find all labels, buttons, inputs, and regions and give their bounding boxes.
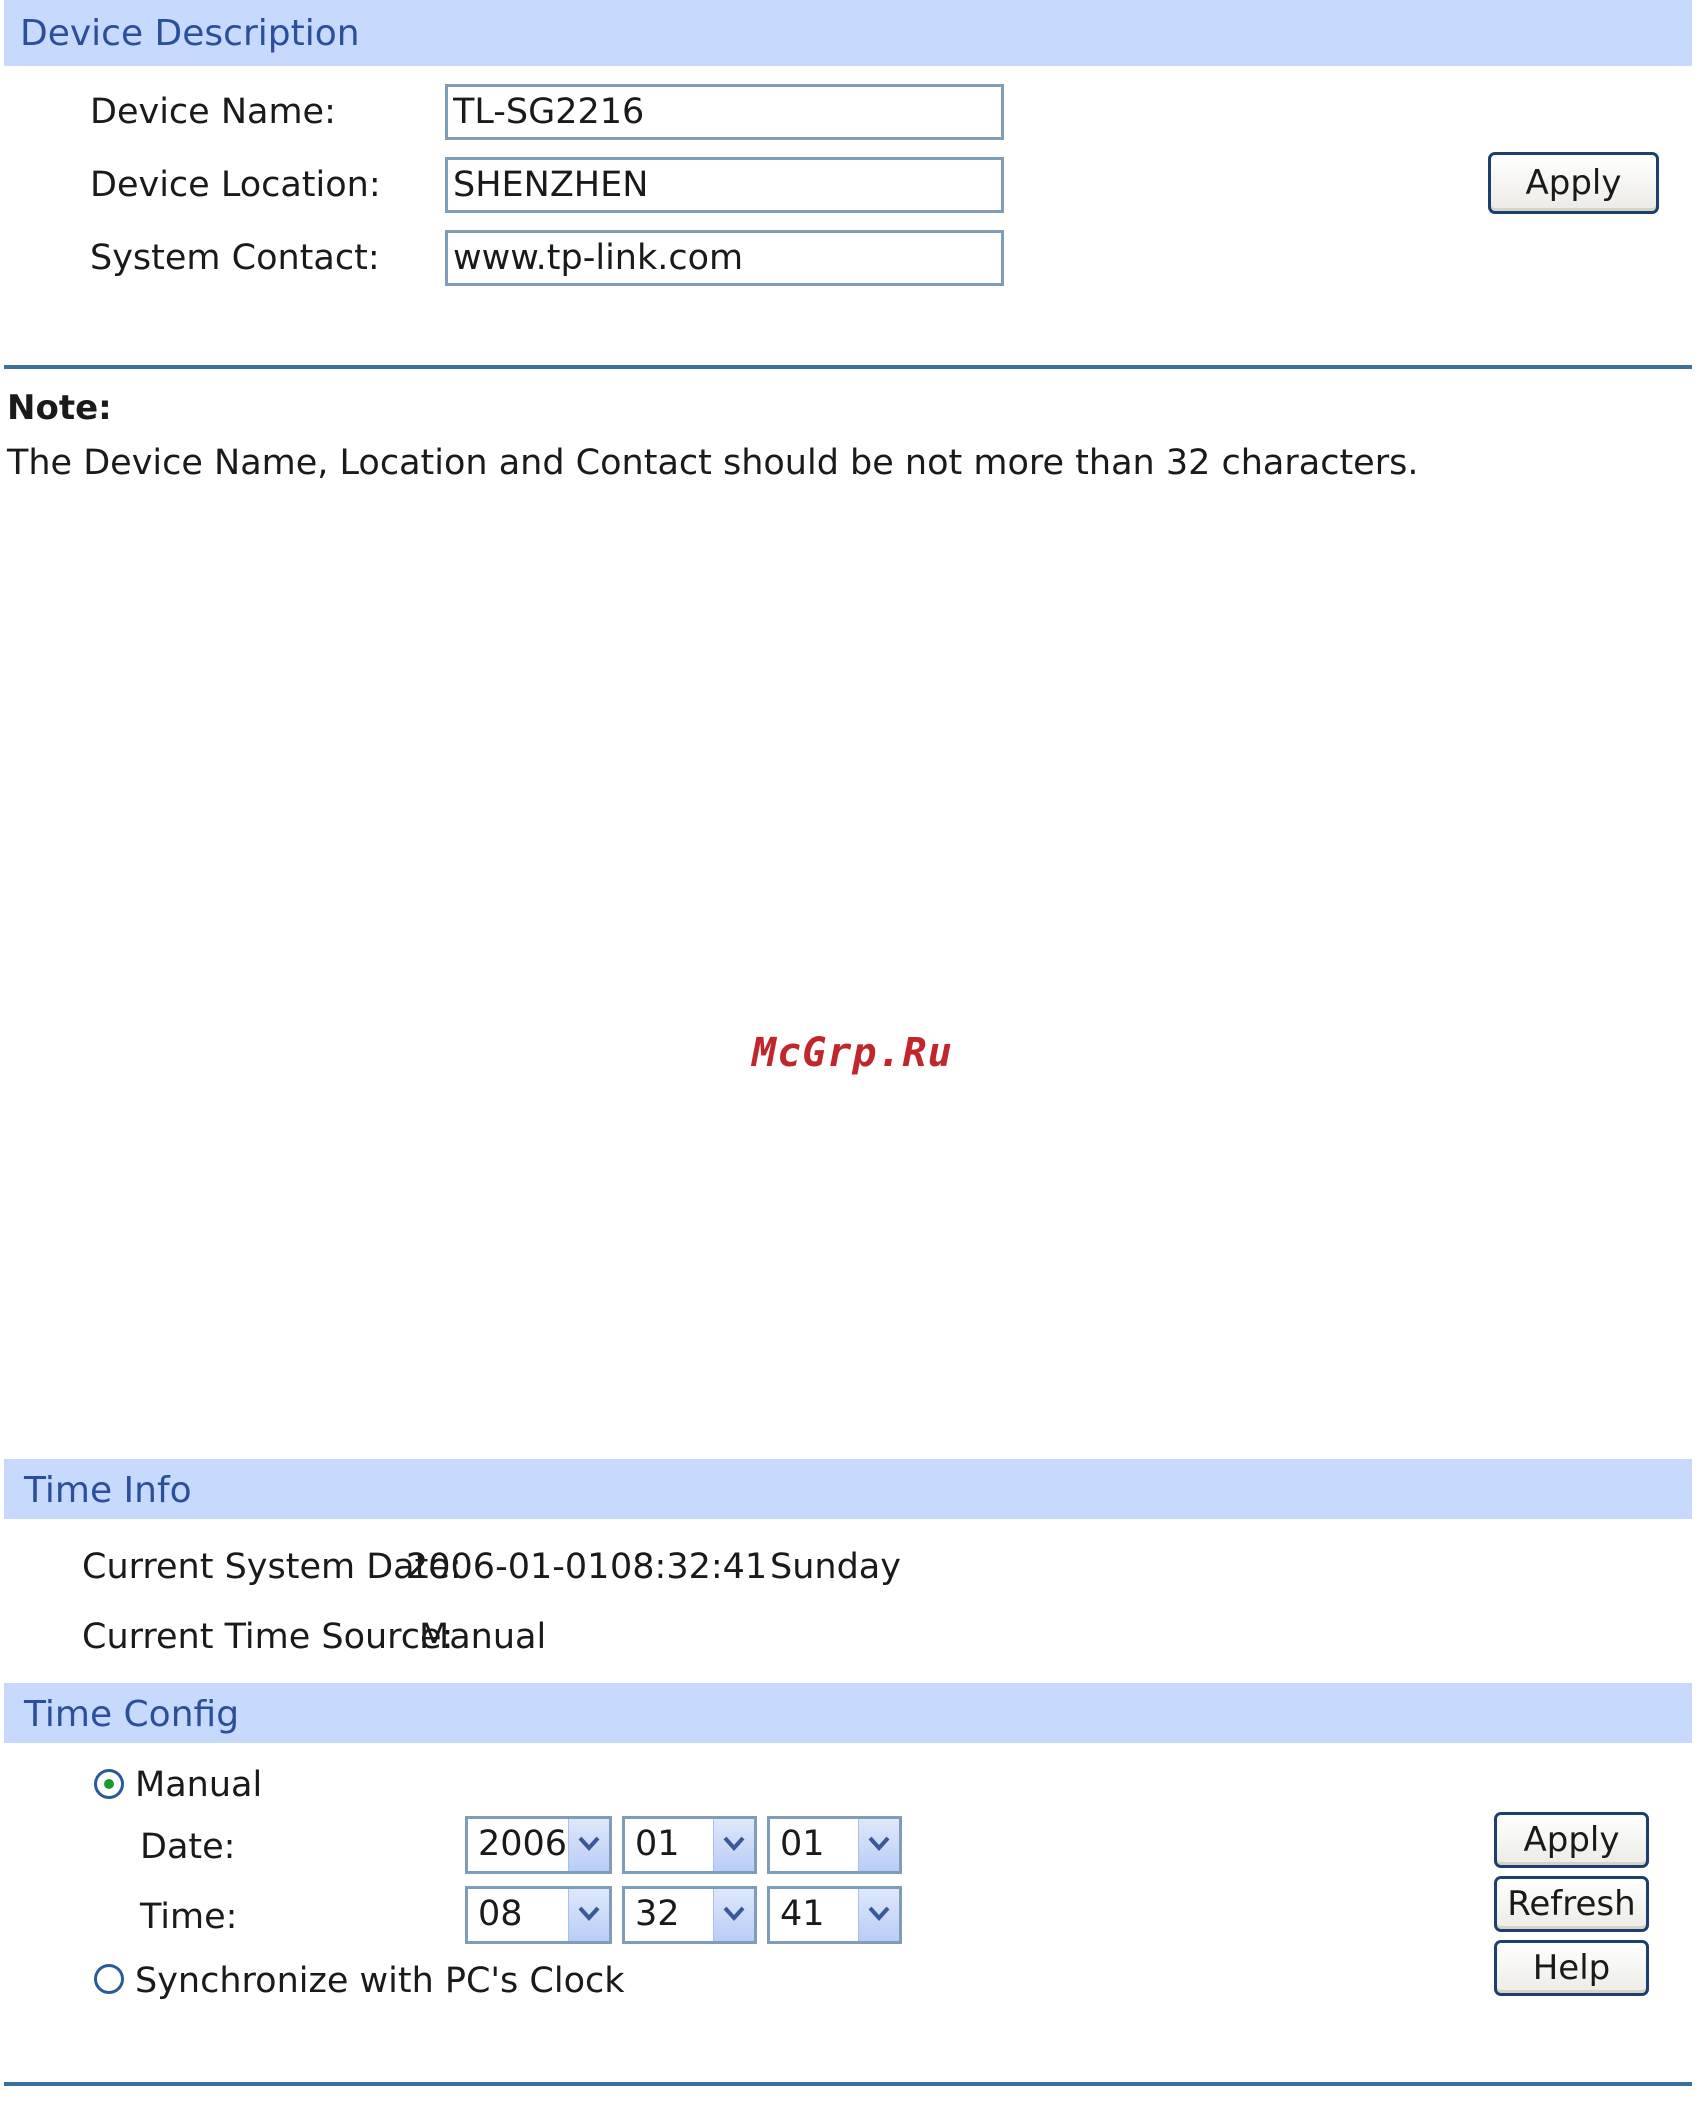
- time-apply-button[interactable]: Apply: [1494, 1812, 1649, 1868]
- time-info-title: Time Info: [24, 1470, 192, 1511]
- time-second-value: 41: [780, 1894, 825, 1934]
- radio-selected-dot: [104, 1779, 114, 1789]
- chevron-down-icon: [858, 1819, 899, 1871]
- divider: [4, 2082, 1692, 2086]
- system-contact-label: System Contact:: [90, 238, 380, 278]
- time-hour-value: 08: [478, 1894, 523, 1934]
- device-apply-button[interactable]: Apply: [1488, 152, 1659, 214]
- date-label: Date:: [140, 1827, 236, 1867]
- time-hour-select[interactable]: 08: [465, 1886, 612, 1944]
- manual-radio[interactable]: [94, 1769, 124, 1799]
- date-year-select[interactable]: 2006: [465, 1816, 612, 1874]
- refresh-button[interactable]: Refresh: [1494, 1876, 1649, 1932]
- device-location-input[interactable]: [445, 157, 1004, 213]
- time-label: Time:: [140, 1897, 238, 1937]
- note-heading: Note:: [7, 388, 112, 428]
- sync-pc-clock-radio[interactable]: [94, 1964, 124, 1994]
- help-button[interactable]: Help: [1494, 1940, 1649, 1996]
- current-time-source-label: Current Time Source:: [82, 1617, 454, 1657]
- watermark: McGrp.Ru: [752, 1030, 953, 1076]
- time-second-select[interactable]: 41: [767, 1886, 902, 1944]
- chevron-down-icon: [568, 1819, 609, 1871]
- time-info-header: [4, 1459, 1692, 1519]
- device-name-label: Device Name:: [90, 92, 336, 132]
- system-contact-input[interactable]: [445, 230, 1004, 286]
- device-description-title: Device Description: [20, 13, 360, 54]
- time-config-title: Time Config: [24, 1694, 240, 1735]
- time-minute-select[interactable]: 32: [622, 1886, 757, 1944]
- current-time-value: 08:32:41: [610, 1547, 768, 1587]
- device-location-label: Device Location:: [90, 165, 381, 205]
- chevron-down-icon: [568, 1889, 609, 1941]
- time-minute-value: 32: [635, 1894, 680, 1934]
- sync-pc-clock-label: Synchronize with PC's Clock: [135, 1961, 625, 2001]
- current-system-date-label: Current System Date:: [82, 1547, 462, 1587]
- manual-label: Manual: [135, 1765, 263, 1805]
- current-weekday-value: Sunday: [770, 1547, 901, 1587]
- current-time-source-value: Manual: [419, 1617, 547, 1657]
- current-date-value: 2006-01-01: [406, 1547, 610, 1587]
- date-year-value: 2006: [478, 1824, 568, 1864]
- device-name-input[interactable]: [445, 84, 1004, 140]
- chevron-down-icon: [713, 1819, 754, 1871]
- date-day-select[interactable]: 01: [767, 1816, 902, 1874]
- divider: [4, 365, 1692, 369]
- date-month-select[interactable]: 01: [622, 1816, 757, 1874]
- chevron-down-icon: [713, 1889, 754, 1941]
- note-text: The Device Name, Location and Contact sh…: [7, 443, 1419, 483]
- time-config-header: [4, 1683, 1692, 1743]
- date-month-value: 01: [635, 1824, 680, 1864]
- chevron-down-icon: [858, 1889, 899, 1941]
- date-day-value: 01: [780, 1824, 825, 1864]
